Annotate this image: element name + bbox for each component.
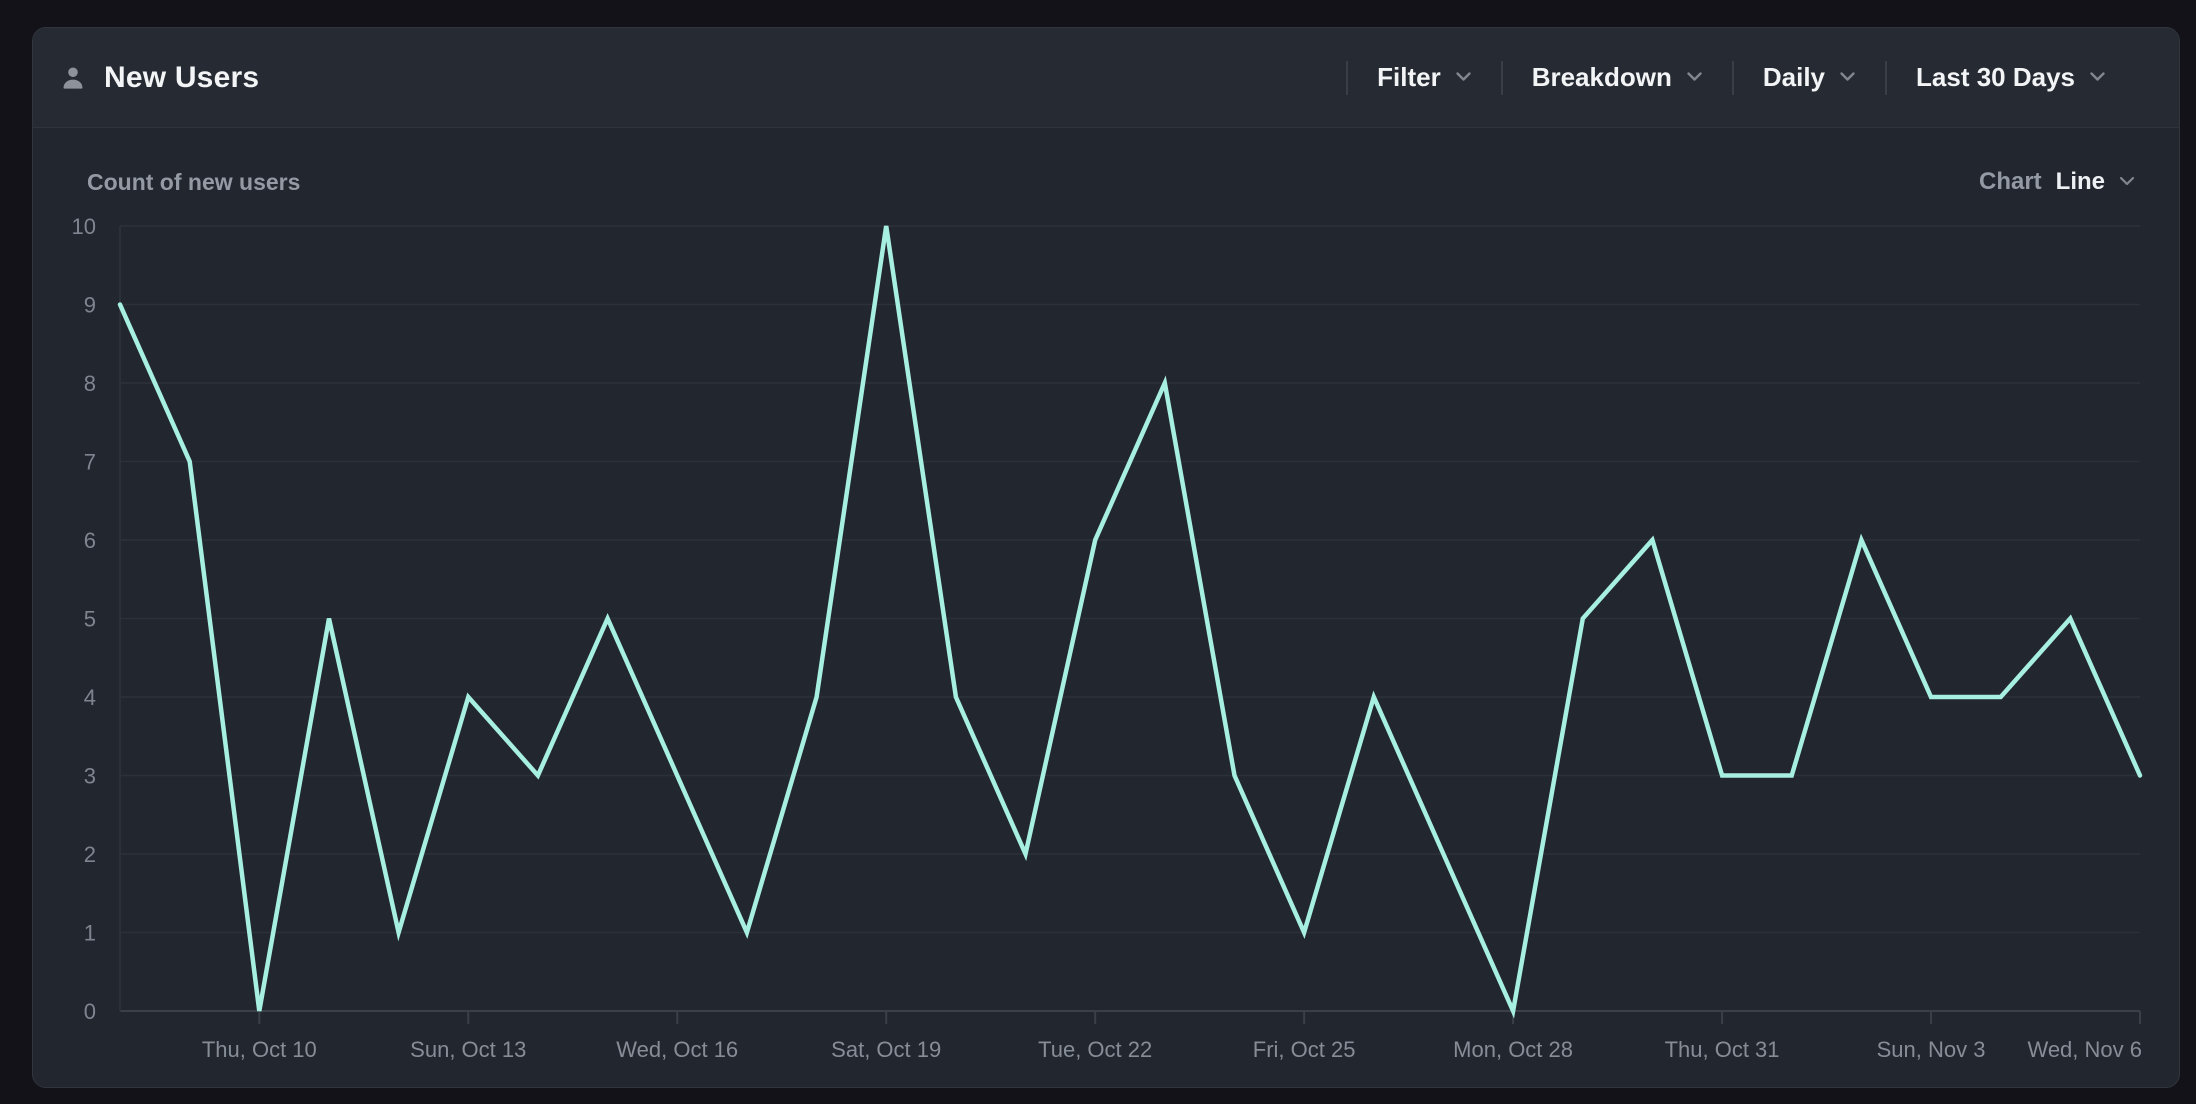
y-axis-label: 4	[84, 685, 96, 710]
y-axis-label: 10	[72, 214, 96, 239]
x-axis-label: Sun, Oct 13	[410, 1037, 526, 1062]
dashboard: New Users Filter Breakdown Daily	[0, 0, 2196, 1104]
x-axis-label: Mon, Oct 28	[1453, 1037, 1573, 1062]
x-axis-label: Wed, Nov 6	[2027, 1037, 2142, 1062]
x-axis-label: Wed, Oct 16	[616, 1037, 738, 1062]
y-axis-label: 9	[84, 293, 96, 318]
y-axis-label: 7	[84, 450, 96, 475]
x-axis-label: Fri, Oct 25	[1253, 1037, 1356, 1062]
x-axis-label: Tue, Oct 22	[1038, 1037, 1152, 1062]
y-axis-label: 6	[84, 528, 96, 553]
line-chart: 0 1 2 3 4 5 6 7 8 9 10 Thu, Oct 10 Sun, Oct 13 Wed, O…	[0, 0, 2196, 1104]
y-axis-label: 1	[84, 921, 96, 946]
y-axis-label: 0	[84, 999, 96, 1024]
x-axis-label: Sat, Oct 19	[831, 1037, 941, 1062]
x-axis-label: Thu, Oct 10	[202, 1037, 317, 1062]
x-axis-label: Thu, Oct 31	[1665, 1037, 1780, 1062]
y-axis-label: 8	[84, 371, 96, 396]
y-axis-label: 5	[84, 607, 96, 632]
y-axis-label: 2	[84, 842, 96, 867]
x-axis-label: Sun, Nov 3	[1877, 1037, 1986, 1062]
y-axis-label: 3	[84, 764, 96, 789]
